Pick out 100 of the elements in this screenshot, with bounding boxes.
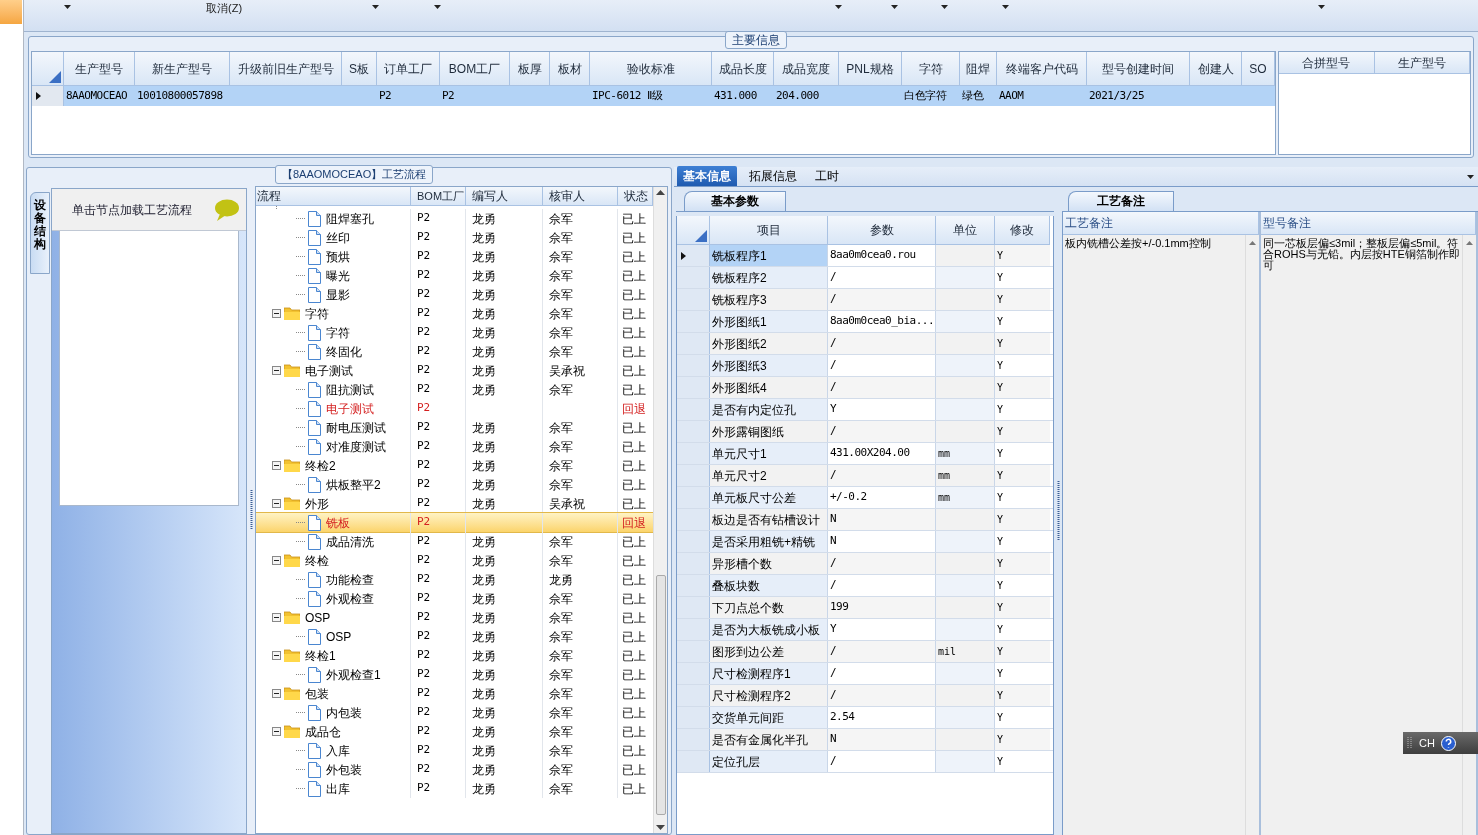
dropdown-button[interactable] (941, 2, 949, 12)
section-tab[interactable]: 工艺备注 (1068, 191, 1174, 211)
column-header[interactable]: 工艺备注 (1063, 212, 1259, 235)
collapse-toggle[interactable] (272, 461, 281, 470)
vertical-scrollbar[interactable] (1245, 235, 1259, 835)
help-icon[interactable] (1440, 735, 1456, 751)
dropdown-button[interactable] (891, 2, 899, 12)
tree-row[interactable]: 终检1 P2 龙勇 佘军 已上 (256, 646, 653, 665)
dropdown-button[interactable] (372, 2, 380, 12)
column-header[interactable]: 验收标准 (590, 52, 712, 86)
collapse-toggle[interactable] (272, 499, 281, 508)
column-header[interactable]: 阻焊 (960, 52, 997, 86)
dropdown-button[interactable] (835, 2, 843, 12)
tree-row[interactable]: 曝光 P2 龙勇 佘军 已上 (256, 266, 653, 285)
tree-row[interactable]: 对准度测试 P2 龙勇 佘军 已上 (256, 437, 653, 456)
column-header[interactable]: 状态 (618, 187, 653, 206)
column-header[interactable]: 创建人 (1190, 52, 1242, 86)
column-header[interactable]: 板材 (550, 52, 590, 86)
tree-row[interactable]: 入库 P2 龙勇 佘军 已上 (256, 741, 653, 760)
column-header[interactable]: 单位 (936, 216, 995, 245)
tree-row[interactable]: 终检2 P2 龙勇 佘军 已上 (256, 456, 653, 475)
table-cell: 外形露铜图纸 (710, 421, 828, 442)
column-header[interactable]: 订单工厂 (377, 52, 440, 86)
column-header[interactable]: S板 (342, 52, 377, 86)
cancel-button[interactable]: 取消(Z) (206, 2, 243, 14)
column-header[interactable]: 参数 (828, 216, 936, 245)
scroll-up-icon[interactable] (1466, 241, 1473, 245)
column-header[interactable]: 项目 (710, 216, 828, 245)
column-header[interactable]: 核审人 (543, 187, 618, 206)
dropdown-button[interactable] (64, 2, 71, 12)
tree-row[interactable]: 包装 P2 龙勇 佘军 已上 (256, 684, 653, 703)
tree-row[interactable]: 终检 P2 龙勇 佘军 已上 (256, 551, 653, 570)
column-header[interactable]: PNL规格 (839, 52, 902, 86)
side-tab[interactable]: 设备结构 (30, 192, 50, 274)
column-header[interactable]: SO (1242, 52, 1275, 86)
tree-row[interactable]: 预烘 P2 龙勇 佘军 已上 (256, 247, 653, 266)
tree-row[interactable]: OSP P2 龙勇 佘军 已上 (256, 608, 653, 627)
dropdown-button[interactable] (434, 2, 442, 12)
tree-row[interactable]: 电子测试 P2 龙勇 吴承祝 已上 (256, 361, 653, 380)
column-header[interactable]: 修改 (995, 216, 1050, 245)
section-tab[interactable]: 基本参数 (684, 191, 786, 211)
vertical-scrollbar[interactable] (653, 187, 667, 833)
column-header[interactable]: BOM工厂 (411, 187, 466, 206)
language-bar[interactable]: CH (1403, 732, 1478, 754)
tree-row[interactable]: OSP P2 龙勇 佘军 已上 (256, 627, 653, 646)
tree-row[interactable]: 阻焊塞孔 P2 龙勇 佘军 已上 (256, 209, 653, 228)
tree-row[interactable]: 字符 P2 龙勇 佘军 已上 (256, 323, 653, 342)
panel-title: 主要信息 (725, 31, 787, 49)
column-header[interactable]: 终端客户代码 (997, 52, 1087, 86)
dropdown-button[interactable] (1002, 2, 1010, 12)
tree-row[interactable]: 出库 P2 龙勇 佘军 已上 (256, 779, 653, 798)
collapse-toggle[interactable] (272, 556, 281, 565)
column-header[interactable]: 合拼型号 (1279, 52, 1375, 74)
tree-row[interactable]: 外观检查1 P2 龙勇 佘军 已上 (256, 665, 653, 684)
scroll-down-icon[interactable] (656, 825, 665, 830)
collapse-toggle[interactable] (272, 309, 281, 318)
collapse-toggle[interactable] (272, 727, 281, 736)
column-header[interactable]: 型号创建时间 (1087, 52, 1190, 86)
dropdown-button[interactable] (1318, 2, 1326, 12)
column-header[interactable]: 板厚 (510, 52, 550, 86)
column-header[interactable]: 生产型号 (64, 52, 135, 86)
tree-row[interactable]: 耐电压测试 P2 龙勇 佘军 已上 (256, 418, 653, 437)
tree-row[interactable]: 功能检查 P2 龙勇 龙勇 已上 (256, 570, 653, 589)
column-header[interactable]: 编写人 (466, 187, 543, 206)
tree-row[interactable]: 烘板整平2 P2 龙勇 佘军 已上 (256, 475, 653, 494)
column-header[interactable]: 字符 (902, 52, 960, 86)
tree-row[interactable]: 铣板 P2 回退 (256, 513, 653, 532)
collapse-toggle[interactable] (272, 613, 281, 622)
scroll-up-icon[interactable] (656, 190, 665, 195)
tree-row[interactable]: 丝印 P2 龙勇 佘军 已上 (256, 228, 653, 247)
tree-row[interactable]: 外包装 P2 龙勇 佘军 已上 (256, 760, 653, 779)
column-header[interactable]: 型号备注 (1261, 212, 1476, 235)
tree-row[interactable]: 外观检查 P2 龙勇 佘军 已上 (256, 589, 653, 608)
tree-row[interactable]: 电子测试 P2 回退 (256, 399, 653, 418)
tree-row[interactable]: 成品仓 P2 龙勇 佘军 已上 (256, 722, 653, 741)
splitter-grip-icon[interactable] (249, 490, 253, 530)
tree-row[interactable]: 成品清洗 P2 龙勇 佘军 已上 (256, 532, 653, 551)
tab[interactable]: 基本信息 (677, 166, 737, 186)
column-header[interactable]: 成品宽度 (774, 52, 839, 86)
tree-row[interactable]: 内包装 P2 龙勇 佘军 已上 (256, 703, 653, 722)
column-header[interactable]: 新生产型号 (135, 52, 230, 86)
collapse-toggle[interactable] (272, 689, 281, 698)
column-header[interactable]: BOM工厂 (440, 52, 510, 86)
column-header[interactable]: 升级前旧生产型号 (230, 52, 342, 86)
column-header[interactable]: 成品长度 (712, 52, 774, 86)
scroll-up-icon[interactable] (1249, 241, 1256, 245)
collapse-toggle[interactable] (272, 366, 281, 375)
tree-row[interactable]: 阻抗测试 P2 龙勇 佘军 已上 (256, 380, 653, 399)
tab[interactable]: 工时 (809, 166, 845, 186)
tree-row[interactable]: 字符 P2 龙勇 佘军 已上 (256, 304, 653, 323)
scroll-thumb[interactable] (655, 575, 666, 815)
tab[interactable]: 拓展信息 (743, 166, 803, 186)
tree-row[interactable]: 终固化 P2 龙勇 佘军 已上 (256, 342, 653, 361)
row-header[interactable] (677, 245, 710, 266)
splitter-grip-icon[interactable] (1056, 481, 1060, 541)
tab-menu-button[interactable] (1467, 174, 1474, 179)
column-header[interactable]: 流程 (256, 187, 411, 206)
column-header[interactable]: 生产型号 (1374, 52, 1470, 74)
collapse-toggle[interactable] (272, 651, 281, 660)
tree-row[interactable]: 显影 P2 龙勇 佘军 已上 (256, 285, 653, 304)
